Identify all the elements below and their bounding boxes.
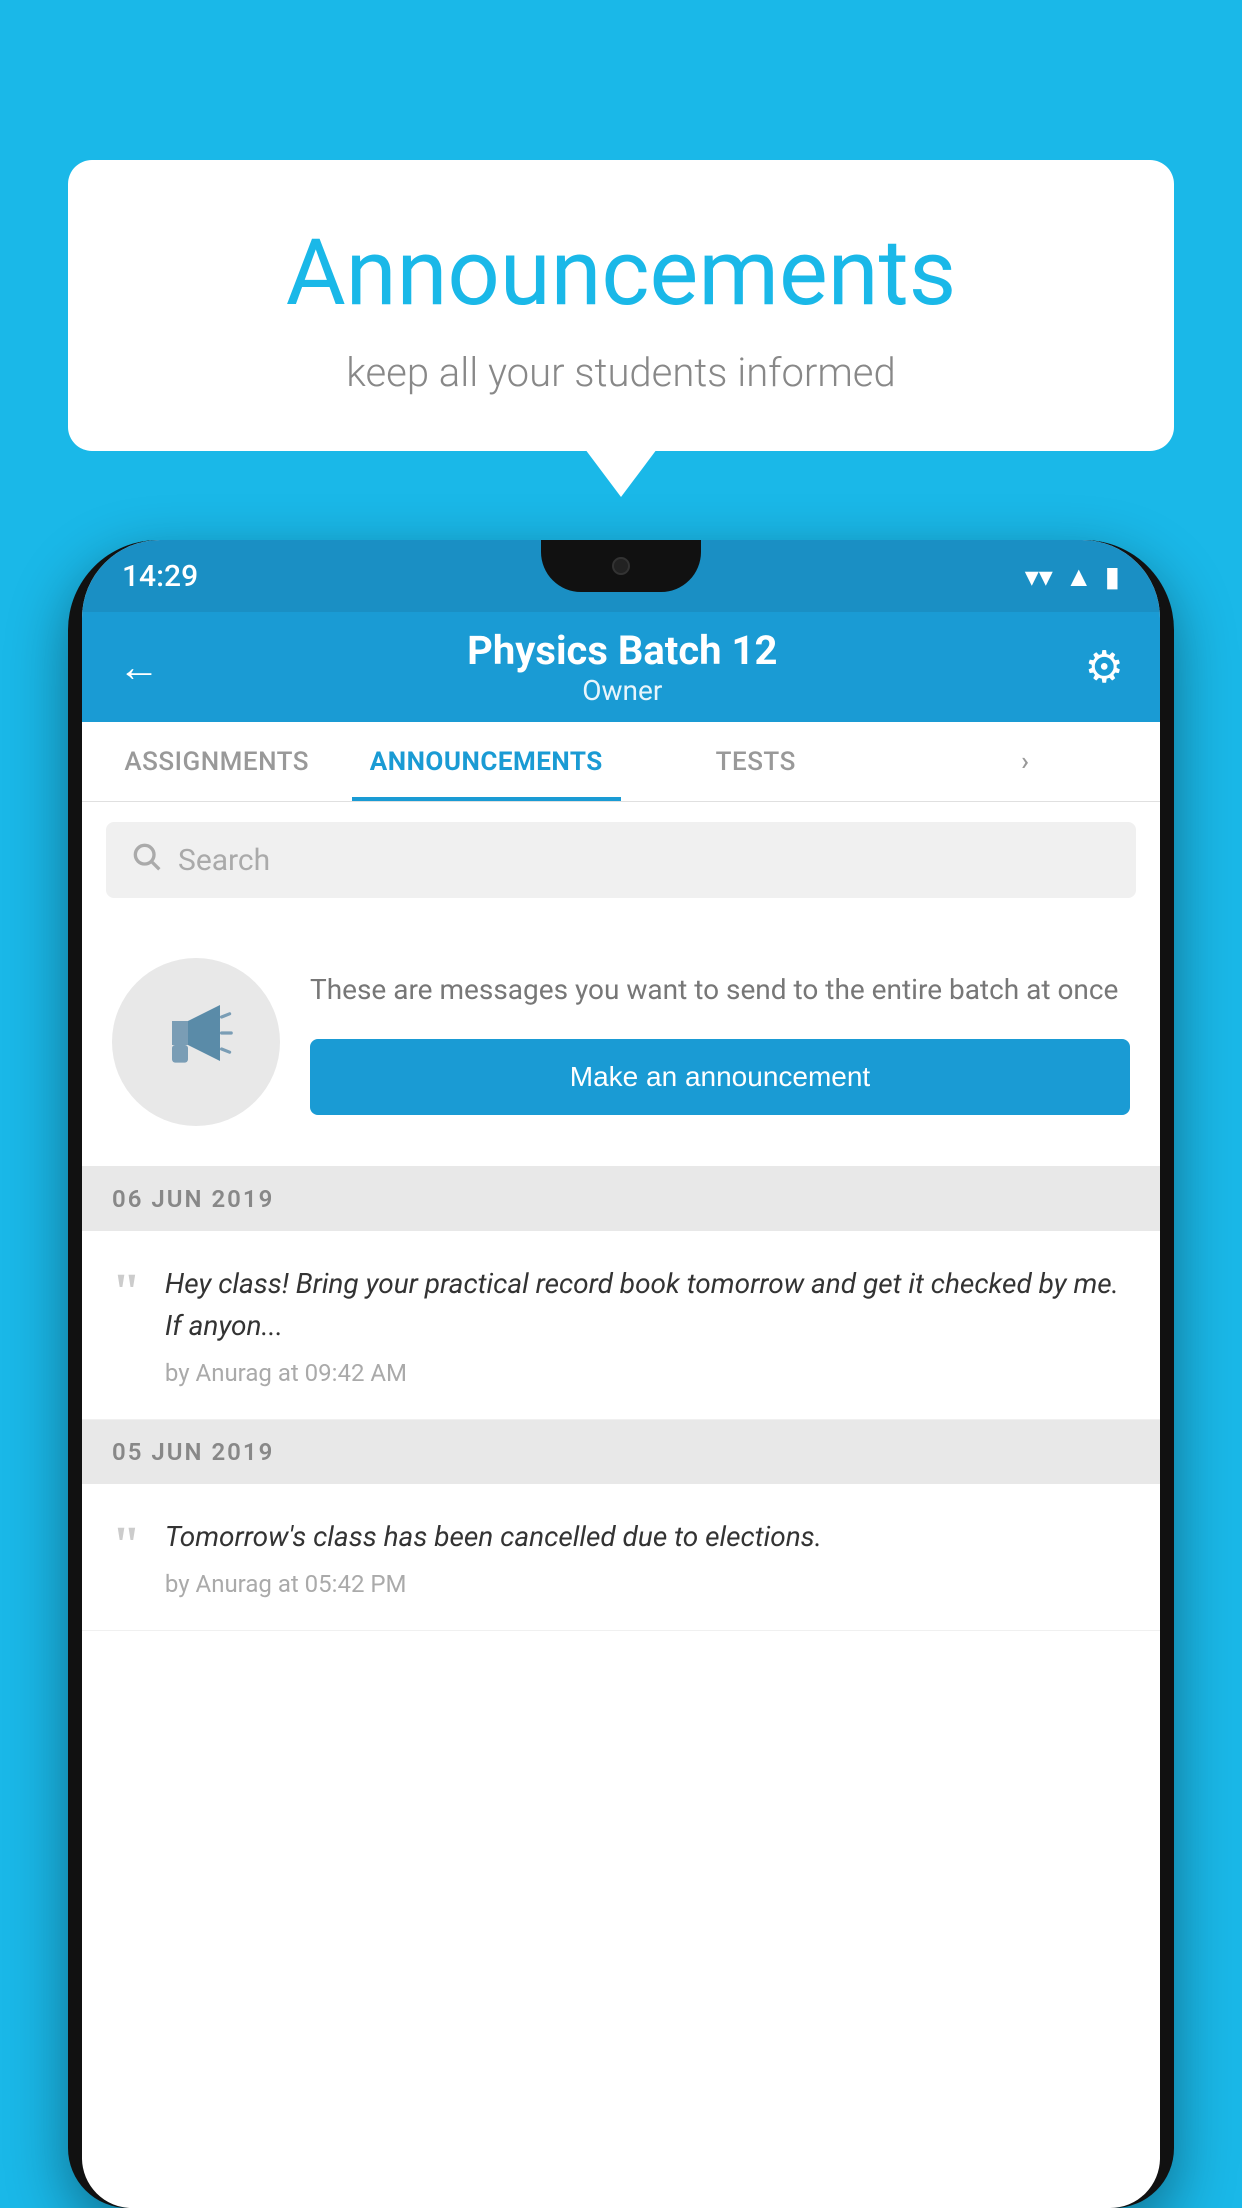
battery-icon: ▮ <box>1105 560 1120 593</box>
more-icon: › <box>1021 747 1029 777</box>
tab-more[interactable]: › <box>891 722 1161 801</box>
announcement-item-2[interactable]: " Tomorrow's class has been cancelled du… <box>82 1484 1160 1631</box>
date-separator-1: 06 JUN 2019 <box>82 1167 1160 1231</box>
tabs-bar: ASSIGNMENTS ANNOUNCEMENTS TESTS › <box>82 722 1160 802</box>
camera-dot <box>612 557 630 575</box>
search-bar[interactable]: Search <box>106 822 1136 898</box>
announcement-right: These are messages you want to send to t… <box>310 969 1130 1115</box>
wifi-icon: ▾▾ <box>1025 560 1053 593</box>
status-bar: 14:29 ▾▾ ▲ ▮ <box>82 540 1160 612</box>
quote-icon-1: " <box>112 1267 141 1319</box>
batch-role: Owner <box>467 674 777 707</box>
make-announcement-button[interactable]: Make an announcement <box>310 1039 1130 1115</box>
app-header: ← Physics Batch 12 Owner ⚙ <box>82 612 1160 722</box>
date-separator-2: 05 JUN 2019 <box>82 1420 1160 1484</box>
search-placeholder: Search <box>178 843 270 878</box>
header-center: Physics Batch 12 Owner <box>467 627 777 707</box>
speech-bubble: Announcements keep all your students inf… <box>68 160 1174 451</box>
announcement-text-2: Tomorrow's class has been cancelled due … <box>165 1516 1130 1598</box>
tab-assignments[interactable]: ASSIGNMENTS <box>82 722 352 801</box>
tab-announcements[interactable]: ANNOUNCEMENTS <box>352 722 622 801</box>
signal-icon: ▲ <box>1065 560 1093 593</box>
announcement-meta-2: by Anurag at 05:42 PM <box>165 1570 1130 1598</box>
phone-frame: 14:29 ▾▾ ▲ ▮ ← Physics Batch 12 Owner ⚙ <box>68 540 1174 2208</box>
announcement-prompt: These are messages you want to send to t… <box>82 918 1160 1167</box>
quote-icon-2: " <box>112 1520 141 1572</box>
announcement-description: These are messages you want to send to t… <box>310 969 1130 1011</box>
megaphone-circle <box>112 958 280 1126</box>
announcement-meta-1: by Anurag at 09:42 AM <box>165 1359 1130 1387</box>
search-icon <box>130 840 162 880</box>
speech-bubble-subtitle: keep all your students informed <box>118 349 1124 396</box>
phone-screen: 14:29 ▾▾ ▲ ▮ ← Physics Batch 12 Owner ⚙ <box>82 540 1160 2208</box>
status-icons: ▾▾ ▲ ▮ <box>1025 560 1120 593</box>
back-button[interactable]: ← <box>118 643 160 692</box>
search-container: Search <box>82 802 1160 918</box>
announcement-item-1[interactable]: " Hey class! Bring your practical record… <box>82 1231 1160 1420</box>
announcement-text-1: Hey class! Bring your practical record b… <box>165 1263 1130 1387</box>
announcement-message-1: Hey class! Bring your practical record b… <box>165 1263 1130 1347</box>
megaphone-icon <box>156 993 236 1091</box>
notch <box>541 540 701 592</box>
speech-bubble-title: Announcements <box>118 220 1124 327</box>
tab-tests[interactable]: TESTS <box>621 722 891 801</box>
batch-title: Physics Batch 12 <box>467 627 777 674</box>
status-time: 14:29 <box>122 559 198 594</box>
announcement-message-2: Tomorrow's class has been cancelled due … <box>165 1516 1130 1558</box>
scrollable-content: Search <box>82 802 1160 2208</box>
settings-icon[interactable]: ⚙ <box>1085 641 1124 693</box>
